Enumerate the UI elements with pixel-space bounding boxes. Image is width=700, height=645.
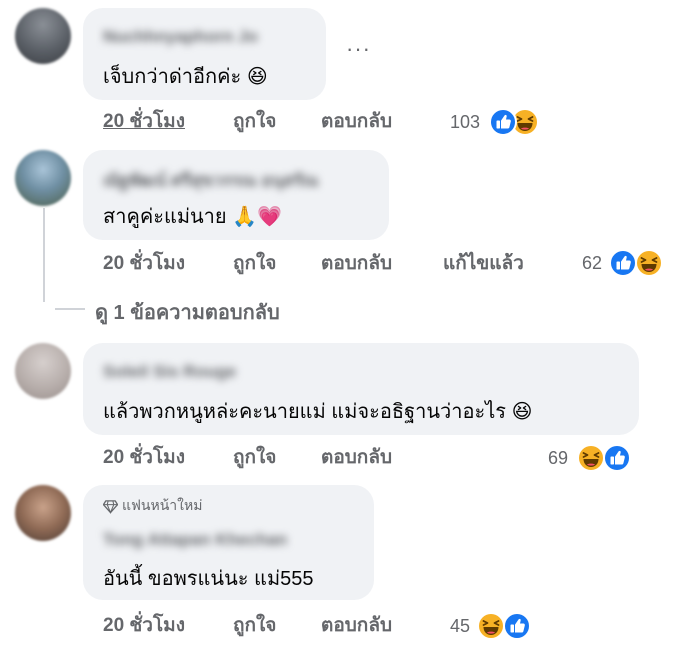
like-reaction-icon	[489, 108, 517, 136]
haha-reaction-icon	[635, 249, 663, 277]
laughing-emoji-icon: 😆	[246, 66, 268, 88]
edited-label[interactable]: แก้ไขแล้ว	[443, 250, 524, 278]
comment-text: แล้วพวกหนูหล่ะคะนายแม่ แม่จะอธิฐานว่าอะไ…	[103, 401, 533, 423]
like-reaction-icon	[603, 444, 631, 472]
haha-reaction-icon	[577, 444, 605, 472]
view-replies-link[interactable]: ดู 1 ข้อความตอบกลับ	[95, 296, 280, 328]
comment-actions: 20 ชั่วโมง ถูกใจ ตอบกลับ	[103, 444, 433, 472]
like-button[interactable]: ถูกใจ	[233, 108, 276, 136]
haha-reaction-icon	[477, 612, 505, 640]
like-reaction-icon	[503, 612, 531, 640]
comment-actions: 20 ชั่วโมง ถูกใจ ตอบกลับ	[103, 612, 433, 640]
reply-button[interactable]: ตอบกลับ	[321, 250, 392, 278]
reaction-count: 103	[450, 112, 481, 132]
pray-heart-emoji-icon: 🙏💗	[232, 206, 283, 228]
badge-label: แฟนหน้าใหม่	[122, 497, 203, 513]
reaction-count: 62	[582, 253, 603, 273]
comment-actions: 20 ชั่วโมง ถูกใจ ตอบกลับ แก้ไขแล้ว	[103, 250, 563, 278]
comment-actions: 20 ชั่วโมง ถูกใจ ตอบกลับ	[103, 108, 423, 136]
avatar[interactable]	[15, 485, 71, 541]
reply-button[interactable]: ตอบกลับ	[321, 612, 392, 640]
timestamp-link[interactable]: 20 ชั่วโมง	[103, 444, 185, 472]
avatar[interactable]	[15, 150, 71, 206]
reaction-summary[interactable]: 103	[450, 107, 550, 137]
comment-text: เจ็บกว่าด่าอีกค่ะ 😆	[103, 66, 268, 88]
avatar[interactable]	[15, 8, 71, 64]
laughing-emoji-icon: 😆	[511, 401, 533, 423]
reply-button[interactable]: ตอบกลับ	[321, 108, 392, 136]
reply-button[interactable]: ตอบกลับ	[321, 444, 392, 472]
comment-author[interactable]: ณัฐพัฒน์ ศรีสุขวรรณ อนุสรัณ	[103, 167, 318, 194]
comment-author[interactable]: Soleil Sis Rouge	[103, 362, 236, 382]
like-button[interactable]: ถูกใจ	[233, 444, 276, 472]
comment-author[interactable]: Nuchhnyaphorn Jo	[103, 27, 258, 47]
timestamp-link[interactable]: 20 ชั่วโมง	[103, 612, 185, 640]
reaction-count: 45	[450, 616, 471, 636]
thread-connector-horizontal	[55, 308, 85, 310]
timestamp-link[interactable]: 20 ชั่วโมง	[103, 108, 185, 136]
comment-text: สาคูค่ะแม่นาย 🙏💗	[103, 206, 283, 228]
timestamp-link[interactable]: 20 ชั่วโมง	[103, 250, 185, 278]
comment-text: อันนี้ ขอพรแน่นะ แม่555	[103, 568, 314, 590]
reaction-summary[interactable]: 45	[450, 611, 550, 641]
diamond-badge-icon	[103, 500, 118, 514]
reaction-summary[interactable]: 62	[582, 248, 672, 278]
more-options-icon[interactable]: ···	[346, 38, 371, 60]
comment-author[interactable]: Tong Attapan Khechan	[103, 530, 287, 550]
reaction-summary[interactable]: 69	[548, 443, 638, 473]
avatar[interactable]	[15, 343, 71, 399]
like-reaction-icon	[609, 249, 637, 277]
like-button[interactable]: ถูกใจ	[233, 250, 276, 278]
like-button[interactable]: ถูกใจ	[233, 612, 276, 640]
top-fan-badge[interactable]: แฟนหน้าใหม่	[103, 495, 202, 517]
thread-connector-vertical	[43, 208, 45, 302]
reaction-count: 69	[548, 448, 569, 468]
